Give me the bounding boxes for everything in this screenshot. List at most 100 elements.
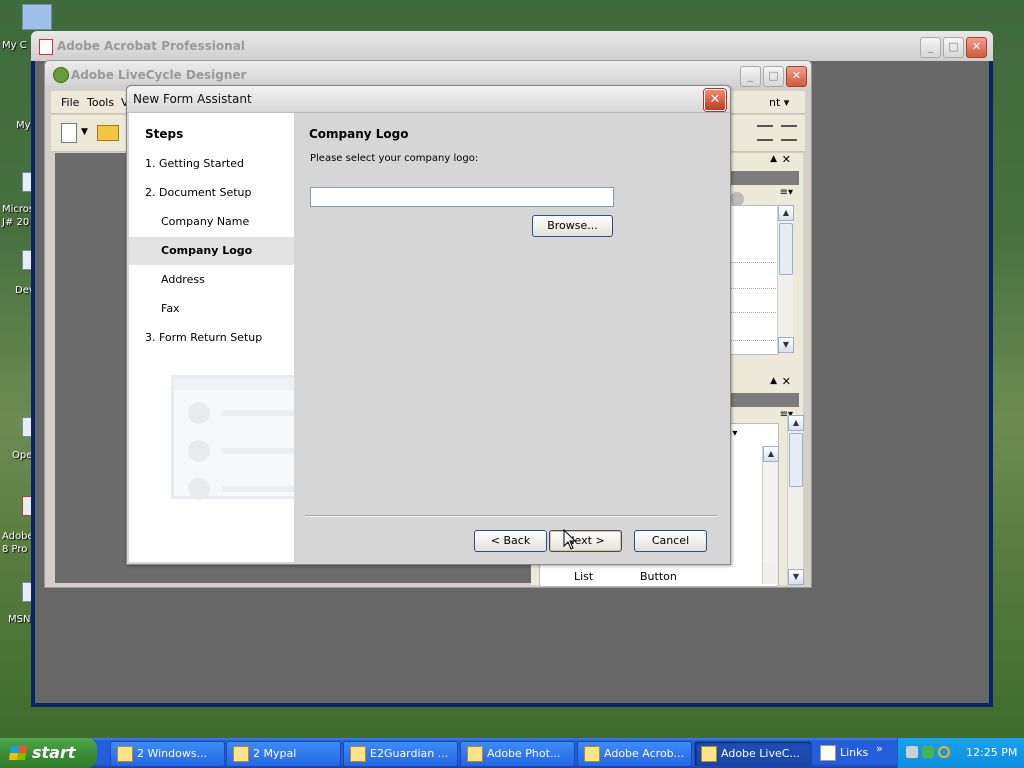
desktop-icon-label: Ope xyxy=(12,450,33,461)
task-app-icon xyxy=(584,746,600,762)
links-toolbar[interactable]: Links » xyxy=(814,741,894,765)
gear-icon xyxy=(730,192,744,206)
illustration-bullet xyxy=(188,440,210,462)
step-item[interactable]: 1. Getting Started xyxy=(129,150,294,178)
minimize-button[interactable]: _ xyxy=(740,66,761,87)
start-button[interactable]: start xyxy=(0,738,97,768)
close-icon[interactable]: ✕ xyxy=(782,153,791,166)
collapse-icon[interactable]: ▲ xyxy=(770,154,777,164)
step-label: 1. Getting Started xyxy=(145,157,245,170)
desktop-icon-label: My xyxy=(16,120,31,131)
mouse-cursor-icon xyxy=(563,529,577,550)
browse-button[interactable]: Browse... xyxy=(532,215,613,237)
clock[interactable]: 12:25 PM xyxy=(966,746,1017,759)
collapse-icon[interactable]: ▲ xyxy=(770,376,777,386)
taskbar-button[interactable]: E2Guardian ... xyxy=(343,741,458,767)
links-label: Links xyxy=(840,746,869,759)
illustration-line xyxy=(222,410,294,416)
step-item[interactable]: 2. Document Setup xyxy=(129,179,294,207)
scroll-up-button[interactable]: ▲ xyxy=(763,446,779,462)
desktop-icon-label: MSN xyxy=(8,614,31,625)
next-button[interactable]: Next > xyxy=(549,530,622,552)
illustration-bullet xyxy=(188,402,210,424)
divider xyxy=(730,340,776,341)
windows-logo-icon xyxy=(9,746,27,760)
divider xyxy=(730,288,776,289)
taskbar-button-label: Adobe Phot... xyxy=(487,747,561,760)
chevron-down-icon[interactable]: ▼ xyxy=(81,127,88,137)
taskbar-button[interactable]: Adobe Acrob... xyxy=(577,741,692,767)
back-button[interactable]: < Back xyxy=(474,530,547,552)
inner-scrollbar[interactable]: ▲ xyxy=(762,446,779,584)
step-label: Fax xyxy=(161,302,180,315)
search-icon[interactable] xyxy=(938,746,950,758)
illustration-header xyxy=(174,378,294,390)
network-icon[interactable] xyxy=(906,746,918,758)
illustration-bullet xyxy=(188,478,210,500)
desktop-icon-label: Adobe 8 Pro xyxy=(2,531,34,555)
menu-tools[interactable]: Tools xyxy=(87,96,114,109)
maximize-button[interactable]: □ xyxy=(763,66,784,87)
button-divider xyxy=(305,515,717,517)
scroll-thumb[interactable] xyxy=(779,223,793,275)
library-item-list[interactable]: List xyxy=(574,570,593,583)
task-app-icon xyxy=(117,746,133,762)
computer-icon xyxy=(22,4,52,30)
maximize-button[interactable]: □ xyxy=(943,37,964,58)
palette-scrollbar[interactable]: ▲ ▼ xyxy=(787,415,804,585)
illustration-line xyxy=(222,486,294,492)
cancel-button[interactable]: Cancel xyxy=(634,530,707,552)
scroll-up-button[interactable]: ▲ xyxy=(788,415,804,431)
taskbar-button[interactable]: Adobe LiveC... xyxy=(694,741,812,767)
palette-scrollbar[interactable]: ▲ ▼ xyxy=(777,205,794,353)
acrobat-title-bar[interactable]: Adobe Acrobat Professional _ □ ✕ xyxy=(31,31,993,61)
acrobat-title: Adobe Acrobat Professional xyxy=(57,39,245,53)
logo-path-input[interactable] xyxy=(310,187,614,207)
step-item[interactable]: Company Name xyxy=(129,208,294,236)
step-label: 3. Form Return Setup xyxy=(145,331,263,344)
desktop-icon-label: Micros J# 20 xyxy=(2,204,35,228)
step-item[interactable]: Company Logo xyxy=(129,237,294,265)
close-icon[interactable]: ✕ xyxy=(782,375,791,388)
scroll-down-button[interactable]: ▼ xyxy=(788,569,804,585)
taskbar-button-label: 2 Windows... xyxy=(137,747,208,760)
step-item[interactable]: Fax xyxy=(129,295,294,323)
logo-prompt: Please select your company logo: xyxy=(310,153,479,164)
taskbar-button[interactable]: Adobe Phot... xyxy=(460,741,575,767)
scroll-down-button[interactable]: ▼ xyxy=(778,337,794,353)
dialog-title-bar[interactable]: New Form Assistant ✕ xyxy=(127,86,730,113)
align-left-icon[interactable] xyxy=(757,125,773,141)
step-label: Company Name xyxy=(161,215,250,228)
links-icon xyxy=(820,745,836,761)
step-label: Address xyxy=(161,273,205,286)
scroll-up-button[interactable]: ▲ xyxy=(778,205,794,221)
minimize-button[interactable]: _ xyxy=(920,37,941,58)
palette-menu-icon[interactable]: ≡▾ xyxy=(780,187,793,198)
taskbar-button[interactable]: 2 Mypal xyxy=(226,741,341,767)
taskbar-button-label: Adobe Acrob... xyxy=(604,747,685,760)
task-app-icon xyxy=(233,746,249,762)
dialog-title: New Form Assistant xyxy=(133,92,252,106)
step-item[interactable]: 3. Form Return Setup xyxy=(129,324,294,352)
new-document-icon[interactable] xyxy=(61,123,77,143)
scroll-thumb[interactable] xyxy=(789,433,803,487)
close-button[interactable]: ✕ xyxy=(786,66,807,87)
close-button[interactable]: ✕ xyxy=(966,37,987,58)
menu-overflow[interactable]: nt ▾ xyxy=(769,96,789,109)
align-center-icon[interactable] xyxy=(781,125,797,141)
menu-file[interactable]: File xyxy=(61,96,79,109)
taskbar: start 2 Windows... 2 Mypal E2Guardian ... A… xyxy=(0,738,1024,768)
library-item-button[interactable]: Button xyxy=(640,570,677,583)
start-label: start xyxy=(32,743,76,762)
open-folder-icon[interactable] xyxy=(97,125,119,141)
dialog-close-button[interactable]: ✕ xyxy=(704,89,726,111)
chevron-right-icon[interactable]: » xyxy=(876,741,883,761)
step-item[interactable]: Address xyxy=(129,266,294,294)
new-form-assistant-dialog: New Form Assistant ✕ Steps 1. Getting St… xyxy=(126,85,731,565)
step-label: Company Logo xyxy=(161,244,253,257)
security-icon[interactable] xyxy=(922,746,934,758)
system-tray: 12:25 PM xyxy=(897,738,1024,768)
wizard-illustration xyxy=(171,375,294,500)
task-app-icon xyxy=(467,746,483,762)
taskbar-button[interactable]: 2 Windows... xyxy=(110,741,225,767)
